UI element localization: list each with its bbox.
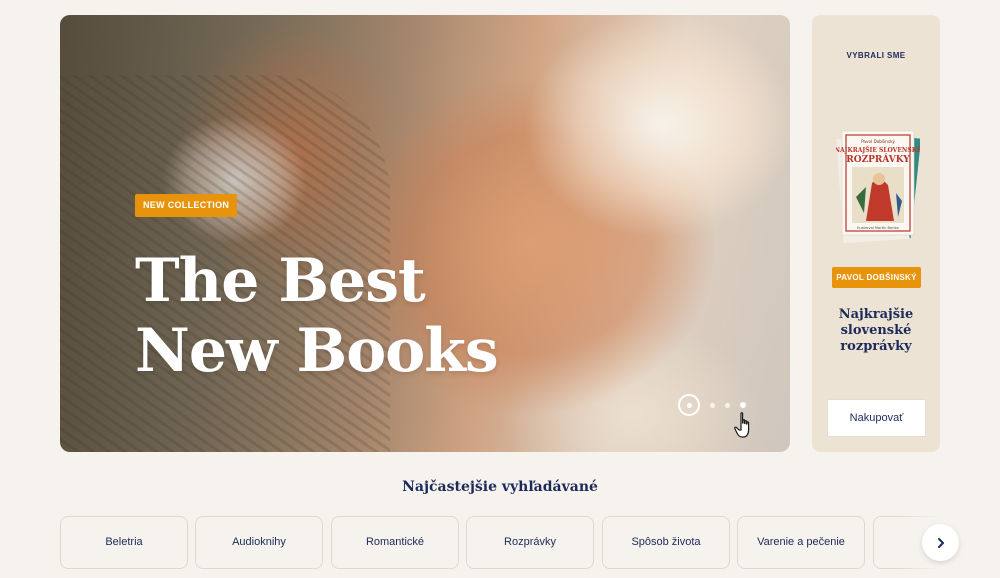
hero-title-line-1: The Best [135,246,426,316]
search-chip-varenie[interactable]: Varenie a pečenie [737,516,865,569]
chevron-right-icon [937,537,944,548]
carousel-dot-4[interactable] [740,402,746,408]
search-chip-beletria[interactable]: Beletria [60,516,188,569]
shop-button[interactable]: Nakupovať [827,399,926,437]
author-badge[interactable]: PAVOL DOBŠINSKÝ [832,267,921,288]
search-chip-romanticke[interactable]: Romantické [331,516,459,569]
carousel-dot-1[interactable] [678,394,700,416]
featured-label: VYBRALI SME [846,51,906,60]
carousel-dot-2[interactable] [710,402,715,408]
hero-banner[interactable] [60,15,790,452]
hero-image-overlay [60,15,790,452]
svg-text:Pavol Dobšinský: Pavol Dobšinský [861,139,895,144]
hand-pointer-icon [734,412,750,438]
search-chips-row: Beletria Audioknihy Romantické Rozprávky… [60,516,940,569]
featured-book-title[interactable]: Najkrajšie slovenské rozprávky [820,307,932,355]
chips-next-button[interactable] [922,524,959,561]
book-cover-image[interactable]: Pavol Dobšinský NAJKRAJŠIE SLOVENSKÉ ROZ… [836,127,920,247]
book-cover-title-top: NAJKRAJŠIE SLOVENSKÉ [836,146,920,154]
featured-book-panel: VYBRALI SME Pavol Dobšinský NAJKRAJŠIE S… [812,15,940,452]
book-cover-title-bottom: ROZPRÁVKY [846,153,910,165]
most-searched-title: Najčastejšie vyhľadávané [402,479,598,495]
search-chip-audioknihy[interactable]: Audioknihy [195,516,323,569]
hero-title: The Best New Books [135,246,555,386]
search-chip-rozpravky[interactable]: Rozprávky [466,516,594,569]
new-collection-badge: NEW COLLECTION [135,194,238,217]
hero-title-line-2: New Books [135,316,499,386]
carousel-dot-3[interactable] [725,402,730,408]
svg-text:Ilustroval Martin Benka: Ilustroval Martin Benka [857,226,898,230]
search-chip-sposob-zivota[interactable]: Spôsob života [602,516,730,569]
